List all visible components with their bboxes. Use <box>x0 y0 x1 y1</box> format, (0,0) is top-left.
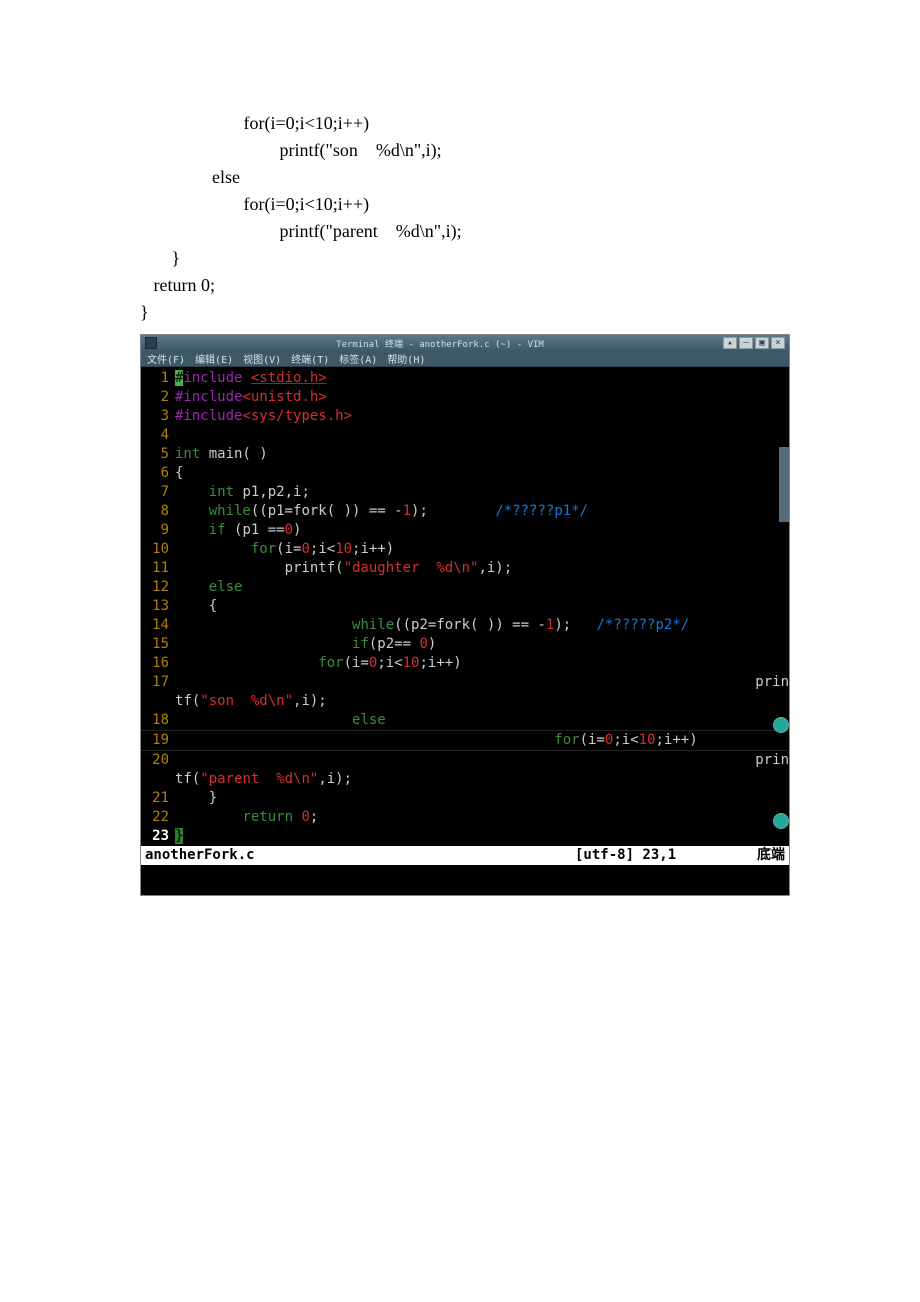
code-line: 17prin <box>141 673 789 692</box>
code-content: int main( ) <box>175 445 789 464</box>
document-code-snippet: for(i=0;i<10;i++) printf("son %d\n",i); … <box>0 0 920 334</box>
line-number: 10 <box>141 540 175 559</box>
code-line: 19 for(i=0;i<10;i++) <box>141 730 789 750</box>
line-number: 6 <box>141 464 175 483</box>
code-line: 5int main( ) <box>141 445 789 464</box>
menu-tabs[interactable]: 标签(A) <box>339 351 377 366</box>
line-number: 1 <box>141 369 175 388</box>
line-number: 2 <box>141 388 175 407</box>
menu-help[interactable]: 帮助(H) <box>387 351 425 366</box>
line-number: 18 <box>141 711 175 730</box>
code-content: for(i=0;i<10;i++) <box>175 731 789 750</box>
code-line: 21 } <box>141 789 789 808</box>
code-content: else <box>175 578 789 597</box>
code-content: } <box>175 827 789 846</box>
menu-edit[interactable]: 编辑(E) <box>195 351 233 366</box>
code-line: 16 for(i=0;i<10;i++) <box>141 654 789 673</box>
code-content: while((p2=fork( )) == -1); /*?????p2*/ <box>175 616 789 635</box>
code-content: { <box>175 464 789 483</box>
terminal-padding <box>141 865 789 895</box>
code-line: 22 return 0; <box>141 808 789 827</box>
code-content: { <box>175 597 789 616</box>
line-number: 7 <box>141 483 175 502</box>
code-line: 18 else <box>141 711 789 730</box>
window-rollup-button[interactable]: ▴ <box>723 337 737 349</box>
line-number: 16 <box>141 654 175 673</box>
line-number: 15 <box>141 635 175 654</box>
window-minimize-button[interactable]: – <box>739 337 753 349</box>
line-number: 17 <box>141 673 175 692</box>
line-number: 12 <box>141 578 175 597</box>
code-line: 7 int p1,p2,i; <box>141 483 789 502</box>
window-controls: ▴ – ▣ × <box>723 337 785 349</box>
menu-view[interactable]: 视图(V) <box>243 351 281 366</box>
code-line: 9 if (p1 ==0) <box>141 521 789 540</box>
terminal-window: Terminal 终端 - anotherFork.c (~) - VIM ▴ … <box>140 334 790 896</box>
code-line: 2#include<unistd.h> <box>141 388 789 407</box>
code-line: 8 while((p1=fork( )) == -1); /*?????p1*/ <box>141 502 789 521</box>
line-number: 3 <box>141 407 175 426</box>
line-number: 19 <box>141 731 175 750</box>
code-line: 6{ <box>141 464 789 483</box>
code-line: 14 while((p2=fork( )) == -1); /*?????p2*… <box>141 616 789 635</box>
window-system-menu-icon[interactable] <box>145 337 157 349</box>
code-content: for(i=0;i<10;i++) <box>175 540 789 559</box>
code-content: else <box>175 711 789 730</box>
code-content: #include <stdio.h> <box>175 369 789 388</box>
code-content: #include<sys/types.h> <box>175 407 789 426</box>
window-close-button[interactable]: × <box>771 337 785 349</box>
status-scroll: 底端 <box>735 846 785 865</box>
code-content: printf("daughter %d\n",i); <box>175 559 789 578</box>
side-widget-strip <box>779 447 789 522</box>
side-indicator-icon <box>773 813 789 829</box>
code-content: #include<unistd.h> <box>175 388 789 407</box>
code-content: prin <box>175 673 789 692</box>
code-line-wrap: tf("son %d\n",i); <box>141 692 789 711</box>
code-content: for(i=0;i<10;i++) <box>175 654 789 673</box>
code-line: 4 <box>141 426 789 445</box>
menu-terminal[interactable]: 终端(T) <box>291 351 329 366</box>
window-maximize-button[interactable]: ▣ <box>755 337 769 349</box>
line-number: 23 <box>141 827 175 846</box>
code-content: while((p1=fork( )) == -1); /*?????p1*/ <box>175 502 789 521</box>
code-line-wrap: tf("parent %d\n",i); <box>141 770 789 789</box>
status-filename: anotherFork.c <box>145 846 575 865</box>
code-content: } <box>175 789 789 808</box>
vim-editor-area[interactable]: 1#include <stdio.h>2#include<unistd.h>3#… <box>141 367 789 846</box>
line-number: 20 <box>141 751 175 770</box>
code-content: int p1,p2,i; <box>175 483 789 502</box>
line-number: 21 <box>141 789 175 808</box>
line-number: 5 <box>141 445 175 464</box>
code-line: 1#include <stdio.h> <box>141 369 789 388</box>
menu-file[interactable]: 文件(F) <box>147 351 185 366</box>
line-number: 22 <box>141 808 175 827</box>
code-line: 23} <box>141 827 789 846</box>
code-line: 15 if(p2== 0) <box>141 635 789 654</box>
code-content: if(p2== 0) <box>175 635 789 654</box>
line-number: 9 <box>141 521 175 540</box>
vim-statusbar: anotherFork.c [utf-8] 23,1 底端 <box>141 846 789 865</box>
code-line: 3#include<sys/types.h> <box>141 407 789 426</box>
code-line: 10 for(i=0;i<10;i++) <box>141 540 789 559</box>
code-line: 11 printf("daughter %d\n",i); <box>141 559 789 578</box>
code-content: return 0; <box>175 808 789 827</box>
terminal-menubar: 文件(F) 编辑(E) 视图(V) 终端(T) 标签(A) 帮助(H) <box>141 351 789 367</box>
line-number: 13 <box>141 597 175 616</box>
line-number: 4 <box>141 426 175 445</box>
code-line: 13 { <box>141 597 789 616</box>
line-number: 8 <box>141 502 175 521</box>
code-line: 12 else <box>141 578 789 597</box>
line-number: 14 <box>141 616 175 635</box>
side-indicator-icon <box>773 717 789 733</box>
window-title: Terminal 终端 - anotherFork.c (~) - VIM <box>157 337 723 350</box>
code-content: if (p1 ==0) <box>175 521 789 540</box>
line-number: 11 <box>141 559 175 578</box>
code-content <box>175 426 789 445</box>
window-titlebar: Terminal 终端 - anotherFork.c (~) - VIM ▴ … <box>141 335 789 351</box>
code-content: prin <box>175 751 789 770</box>
code-line: 20prin <box>141 750 789 770</box>
status-encoding-position: [utf-8] 23,1 <box>575 846 735 865</box>
